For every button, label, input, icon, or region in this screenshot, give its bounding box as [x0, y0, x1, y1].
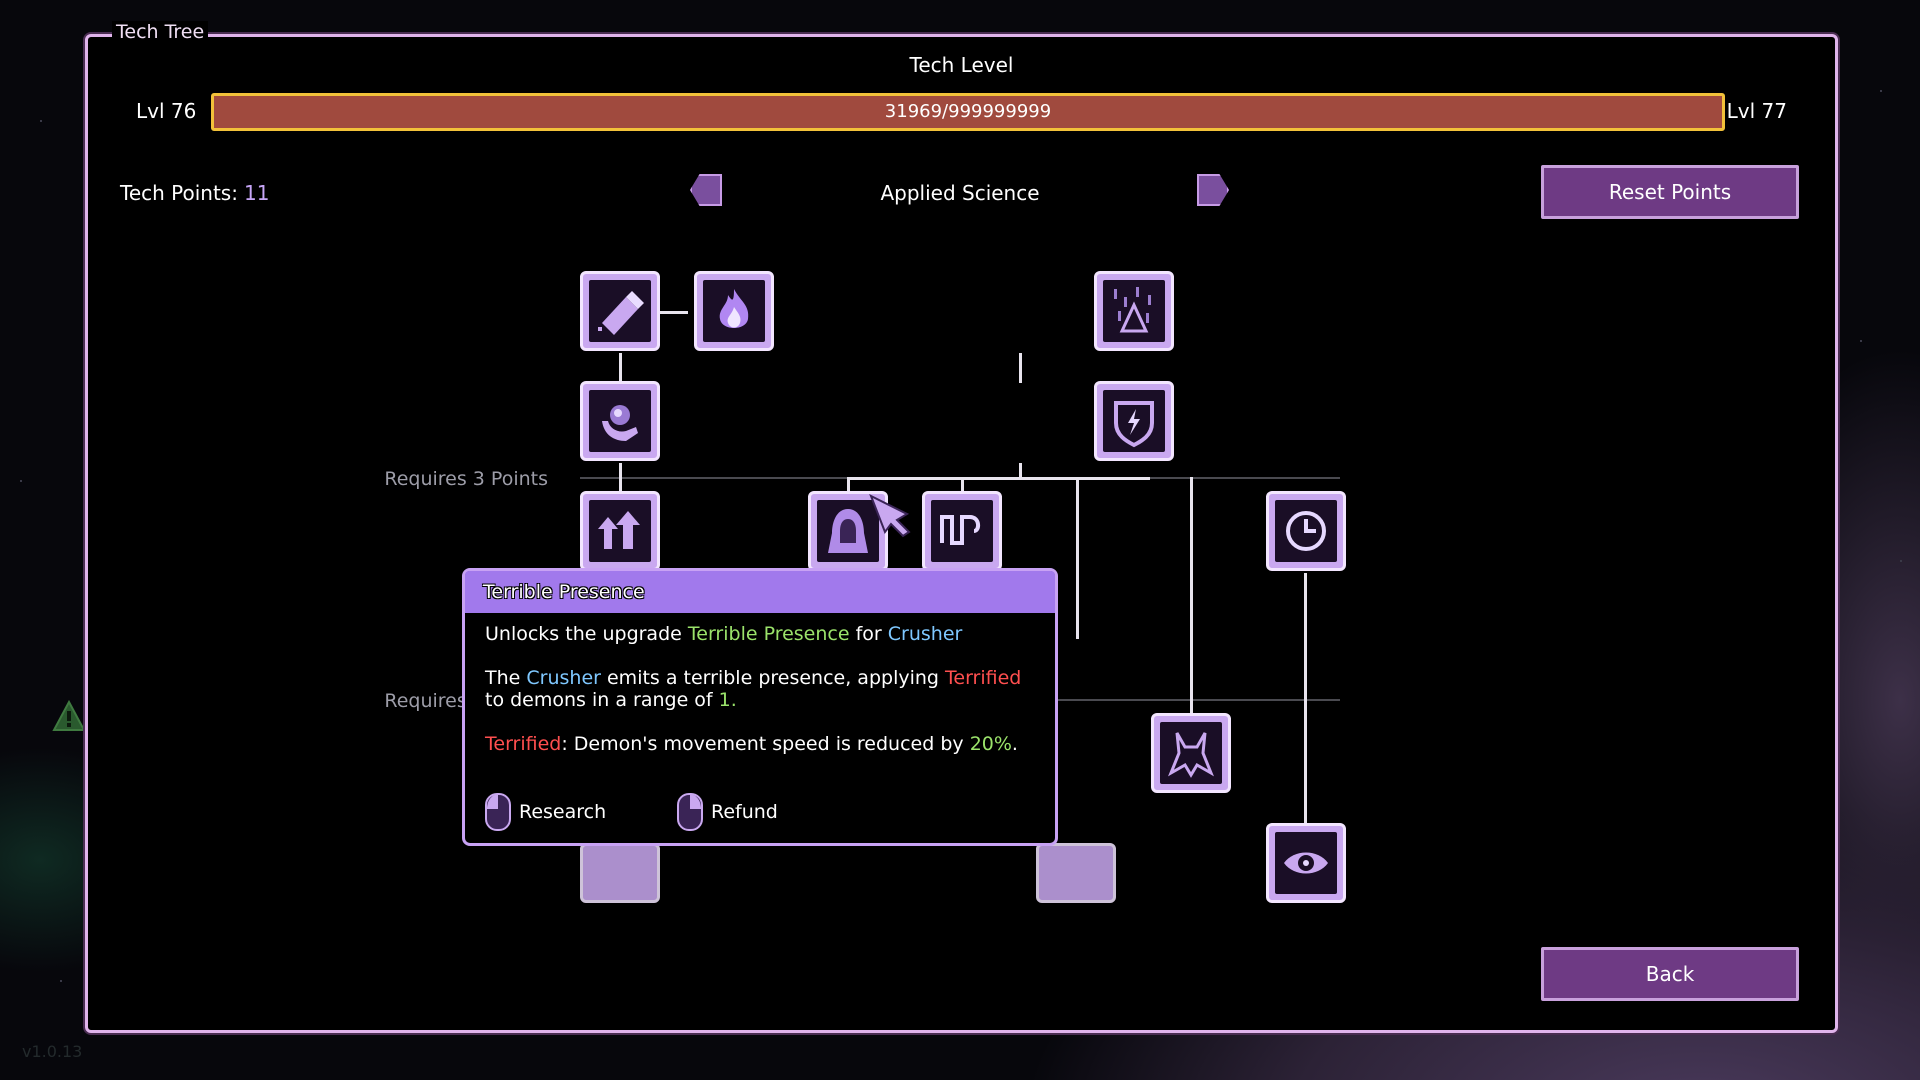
bullet-icon [598, 291, 644, 335]
tooltip-effect-line: Terrified: Demon's movement speed is red… [485, 733, 1035, 755]
tooltip-actions: Research Refund [485, 793, 1045, 833]
connector [1304, 573, 1307, 861]
text: emits a terrible presence, applying [600, 667, 946, 689]
tech-points: Tech Points: 11 [120, 181, 269, 205]
tooltip-description: The Crusher emits a terrible presence, a… [485, 667, 1035, 711]
refund-label: Refund [711, 801, 778, 823]
mouse-right-click-icon [677, 793, 703, 831]
current-level: Lvl 76 [136, 99, 197, 123]
tech-node-wave[interactable] [922, 491, 1002, 571]
effect-value: 20% [969, 733, 1012, 755]
flame-icon [719, 289, 749, 328]
tech-node-demon[interactable] [1151, 713, 1231, 793]
eye-icon [1284, 852, 1328, 874]
panel-title: Tech Tree [112, 21, 209, 43]
tech-node-shield[interactable] [1094, 381, 1174, 461]
tooltip-body: Unlocks the upgrade Terrible Presence fo… [465, 613, 1055, 755]
tech-node-rain[interactable] [1094, 271, 1174, 351]
pointer-cursor-icon [869, 493, 911, 538]
upgrade-tooltip: Terrible Presence Unlocks the upgrade Te… [462, 568, 1058, 846]
text: : Demon's movement speed is reduced by [561, 733, 970, 755]
tech-level-label: Tech Level [909, 53, 1014, 77]
connector [1076, 477, 1079, 639]
connector [1190, 477, 1193, 713]
mouse-left-click-icon [485, 793, 511, 831]
tech-node-hidden-mid[interactable] [1036, 843, 1116, 903]
connector [1019, 353, 1022, 383]
connector [847, 477, 1150, 480]
text: The [485, 667, 527, 689]
reset-points-button[interactable]: Reset Points [1541, 165, 1799, 219]
text: Unlocks the upgrade [485, 623, 688, 645]
category-name: Applied Science [880, 181, 1040, 205]
version-label: v1.0.13 [22, 1042, 83, 1061]
tech-node-flame[interactable] [694, 271, 774, 351]
arrow-right-icon[interactable] [1197, 174, 1229, 206]
tech-points-value: 11 [243, 181, 270, 205]
demon-icon [1168, 732, 1214, 778]
unit-name: Crusher [526, 667, 601, 689]
tech-level-progress-bar: 31969/999999999 [211, 93, 1725, 131]
connector [658, 311, 688, 314]
next-level: Lvl 77 [1726, 99, 1787, 123]
effect-name: Terrified [945, 667, 1022, 689]
back-button[interactable]: Back [1541, 947, 1799, 1001]
upgrade-name: Terrible Presence [687, 623, 850, 645]
text: to demons in a range of [485, 689, 719, 711]
text: . [1011, 733, 1018, 755]
tech-node-bullet[interactable] [580, 271, 660, 351]
tech-node-arrows-up[interactable] [580, 491, 660, 571]
requires-label: Requires 3 Points [384, 468, 548, 490]
orb-hand-icon [602, 405, 638, 441]
refund-action[interactable]: Refund [677, 793, 778, 831]
text: for [849, 623, 888, 645]
tech-node-clock[interactable] [1266, 491, 1346, 571]
arrow-left-icon[interactable] [690, 174, 722, 206]
connector [619, 353, 622, 383]
effect-name: Terrified [485, 733, 562, 755]
text: . [730, 689, 737, 711]
tech-node-eye[interactable] [1266, 823, 1346, 903]
connector [619, 463, 622, 493]
wave-icon [940, 515, 981, 545]
clock-icon [1286, 511, 1326, 551]
rain-icon [1114, 287, 1151, 333]
shield-bolt-icon [1114, 401, 1154, 448]
tech-tree-panel: Tech Tree Tech Level Lvl 76 31969/999999… [85, 21, 1838, 1033]
tech-node-hidden-left[interactable] [580, 843, 660, 903]
tech-node-orb-hand[interactable] [580, 381, 660, 461]
research-label: Research [519, 801, 607, 823]
progress-text: 31969/999999999 [884, 101, 1052, 122]
range-value: 1 [718, 689, 731, 711]
tech-points-label: Tech Points: [120, 181, 238, 205]
tooltip-unlock-line: Unlocks the upgrade Terrible Presence fo… [485, 623, 1035, 645]
research-action[interactable]: Research [485, 793, 606, 831]
unit-name: Crusher [887, 623, 963, 645]
connector [1019, 463, 1022, 477]
arrows-up-icon [598, 511, 640, 549]
warning-icon [52, 700, 86, 731]
tooltip-title: Terrible Presence [465, 571, 1055, 613]
